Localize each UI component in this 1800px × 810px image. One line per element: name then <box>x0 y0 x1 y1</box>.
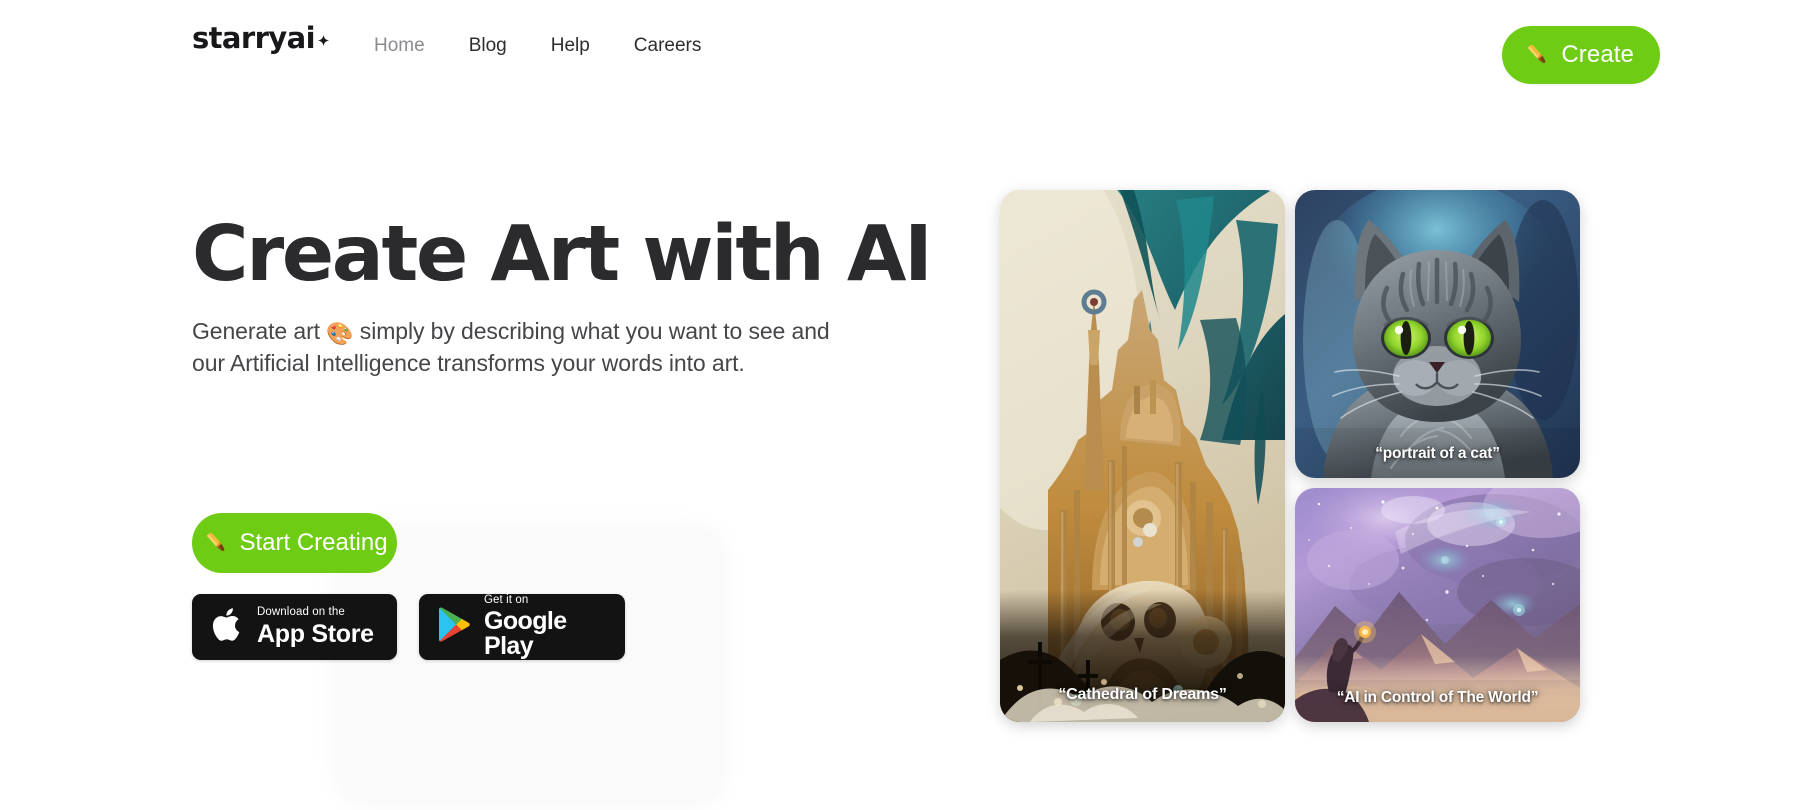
google-play-text: Get it on Google Play <box>484 593 605 661</box>
app-store-text: Download on the App Store <box>257 607 374 647</box>
app-store-top-line: Download on the <box>257 606 345 619</box>
start-creating-button[interactable]: Start Creating <box>192 513 397 573</box>
nav-item-blog[interactable]: Blog <box>465 30 511 61</box>
nav-item-home[interactable]: Home <box>370 30 429 61</box>
google-play-main-line: Google Play <box>484 607 567 661</box>
nav-item-careers[interactable]: Careers <box>630 30 706 61</box>
artwork-card-cathedral[interactable]: “Cathedral of Dreams” <box>1000 190 1285 722</box>
create-button[interactable]: Create <box>1502 26 1660 84</box>
app-store-main-line: App Store <box>257 619 374 648</box>
google-play-top-line: Get it on <box>484 593 529 606</box>
main-navigation: Home Blog Help Careers <box>370 30 705 61</box>
cosmos-artwork-image <box>1295 488 1580 722</box>
hero-section: Create Art with AI Generate art 🎨 simply… <box>192 214 952 379</box>
cat-artwork-image <box>1295 190 1580 478</box>
nav-item-help[interactable]: Help <box>547 30 594 61</box>
page-title: Create Art with AI <box>192 210 933 299</box>
artwork-card-cosmos[interactable]: “AI in Control of The World” <box>1295 488 1580 722</box>
paintbrush-icon <box>201 527 231 560</box>
apple-logo-icon <box>212 605 245 649</box>
google-play-icon <box>436 605 472 649</box>
start-creating-label: Start Creating <box>239 529 388 556</box>
google-play-badge[interactable]: Get it on Google Play <box>419 594 625 660</box>
create-button-label: Create <box>1561 41 1634 68</box>
logo-text: starryai <box>192 21 316 55</box>
cathedral-artwork-image <box>1000 190 1285 722</box>
paintbrush-icon <box>1522 39 1552 72</box>
hero-subtitle: Generate art 🎨 simply by describing what… <box>192 316 832 379</box>
sparkle-icon <box>317 34 330 52</box>
logo[interactable]: starryai <box>192 24 330 53</box>
app-store-badge[interactable]: Download on the App Store <box>192 594 397 660</box>
palette-emoji-icon: 🎨 <box>326 320 354 346</box>
hero-subtitle-part1: Generate art <box>192 317 327 344</box>
site-header: starryai Home Blog Help Careers Create <box>0 0 1800 100</box>
store-badges: Download on the App Store Get it on Goog… <box>192 594 625 660</box>
artwork-card-cat[interactable]: “portrait of a cat” <box>1295 190 1580 478</box>
cta-group: Start Creating Download on the App Store <box>192 513 625 660</box>
